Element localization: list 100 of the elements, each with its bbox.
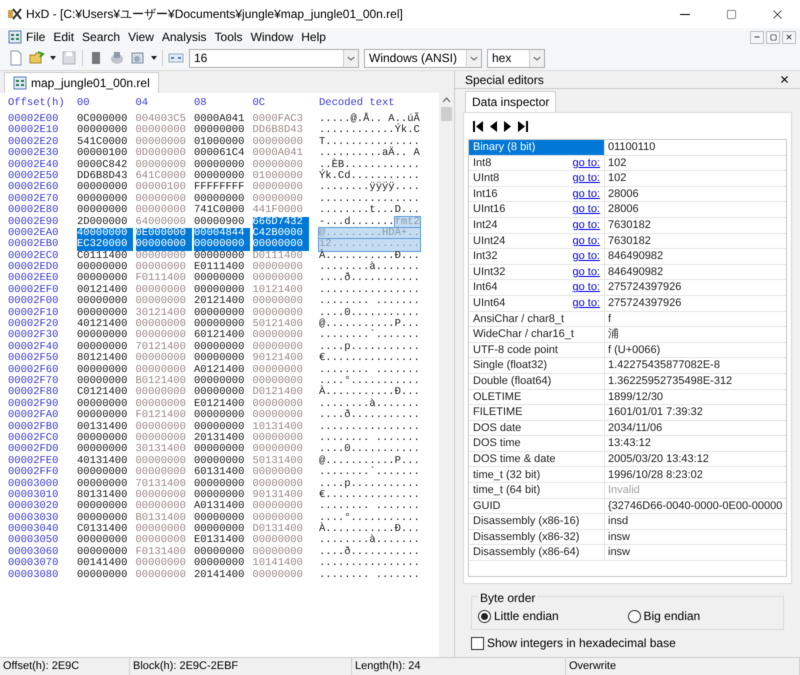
decoded-text[interactable]: ....p........... xyxy=(319,478,420,490)
label-cell[interactable]: Binary (8 bit) xyxy=(469,140,605,155)
disk-icon[interactable] xyxy=(109,50,125,66)
hex-cell[interactable]: 00000000 xyxy=(77,262,128,274)
label-cell[interactable]: Disassembly (x86-32) xyxy=(469,530,605,544)
hex-cell[interactable]: 00004844 xyxy=(194,228,250,240)
decoded-text[interactable]: À...........Ð... xyxy=(319,387,420,399)
label-cell[interactable]: Disassembly (x86-16) xyxy=(469,514,605,529)
decoded-text[interactable]: ........ ....... xyxy=(319,364,420,376)
hex-cell[interactable]: 00000000 xyxy=(77,410,128,422)
go-to-link[interactable]: go to: xyxy=(572,264,600,280)
hex-cell[interactable]: EC320000 xyxy=(77,239,134,251)
hex-cell[interactable]: 00000000 xyxy=(194,490,244,502)
label-cell[interactable]: Disassembly (x86-64) xyxy=(469,545,605,560)
hex-cell[interactable]: 00000000 xyxy=(194,376,244,388)
hex-cell[interactable]: 0E000000 xyxy=(136,228,192,240)
scrollbar[interactable] xyxy=(439,93,454,657)
hex-cell[interactable]: C42B0000 xyxy=(252,228,309,240)
hex-cell[interactable]: 00000000 xyxy=(194,512,244,524)
decoded-text[interactable]: À...........Ð... xyxy=(319,250,420,262)
first-icon[interactable] xyxy=(473,120,483,132)
hex-cell[interactable]: 80131400 xyxy=(77,490,128,502)
close-button[interactable] xyxy=(782,30,796,44)
hex-cell[interactable]: DD6B8D43 xyxy=(77,170,128,182)
decoded-text[interactable]: @...........P... xyxy=(319,319,420,330)
checkbox-label[interactable]: Show integers in hexadecimal base xyxy=(487,634,676,652)
label-cell[interactable]: DOS time & date xyxy=(469,452,605,466)
label-cell[interactable]: DOS time xyxy=(469,436,605,451)
decoded-text[interactable]: -...d....... xyxy=(319,216,395,228)
hex-cell[interactable]: E0111400 xyxy=(194,262,244,274)
hex-cell[interactable]: 00000000 xyxy=(77,182,128,194)
go-to-link[interactable]: go to: xyxy=(572,248,600,265)
decoded-text[interactable]: ................ xyxy=(319,422,420,433)
hex-cell[interactable]: 00000000 xyxy=(77,535,128,547)
hex-cell[interactable]: 0000A041 xyxy=(194,114,244,126)
label-cell[interactable]: DOS date xyxy=(469,420,605,436)
decoded-text[interactable]: ....ð........... xyxy=(319,546,420,558)
hex-cell[interactable]: 00000000 xyxy=(194,422,244,433)
hex-cell[interactable]: 00000000 xyxy=(252,239,309,251)
hex-cell[interactable]: 20131400 xyxy=(194,432,244,444)
label-cell[interactable]: AnsiChar / char8_t xyxy=(469,312,605,326)
hex-cell[interactable]: A0121400 xyxy=(194,364,244,376)
hex-cell[interactable]: 00000100 xyxy=(77,148,128,160)
hex-cell[interactable]: 00000000 xyxy=(194,250,244,262)
go-to-link[interactable]: go to: xyxy=(572,217,600,234)
decoded-text[interactable]: €............... xyxy=(319,353,420,365)
hex-cell[interactable]: E0121400 xyxy=(194,398,244,410)
hex-cell[interactable]: 40121400 xyxy=(77,319,128,330)
hex-cell[interactable]: 00000000 xyxy=(77,296,128,308)
radio-option[interactable]: Big endian xyxy=(628,607,777,625)
go-to-link[interactable]: go to: xyxy=(572,279,600,296)
hex-cell[interactable]: 00000000 xyxy=(77,205,128,217)
hex-cell[interactable]: 01000000 xyxy=(194,136,244,148)
minimize-button[interactable] xyxy=(750,30,764,44)
decoded-text[interactable]: ........à....... xyxy=(319,535,420,547)
hex-cell[interactable]: 00000000 xyxy=(194,239,250,251)
open-folder-icon[interactable] xyxy=(29,50,45,66)
hex-cell[interactable]: 00000000 xyxy=(194,524,244,536)
decoded-text[interactable]: ........ ....... xyxy=(319,432,420,444)
hex-cell[interactable]: 00000000 xyxy=(194,478,244,490)
hex-cell[interactable]: 00121400 xyxy=(77,284,128,296)
hex-cell[interactable]: 00000000 xyxy=(194,456,244,468)
hex-cell[interactable]: 00141400 xyxy=(77,558,128,570)
hex-cell[interactable]: 00000000 xyxy=(194,319,244,330)
label-cell[interactable]: Int16 go to: xyxy=(469,186,605,202)
hex-cell[interactable]: 00000000 xyxy=(194,387,244,399)
decoded-text[interactable]: ............Ýk.C xyxy=(319,125,420,137)
hex-cell[interactable]: 00000000 xyxy=(77,308,128,320)
hex-cell[interactable]: 00000000 xyxy=(77,398,128,410)
hex-cell[interactable]: 60131400 xyxy=(194,467,244,479)
panel-tab[interactable]: Data inspector xyxy=(465,91,556,112)
hex-cell[interactable]: 00000000 xyxy=(77,376,128,388)
decoded-text[interactable]: ....0........... xyxy=(319,308,420,320)
decoded-text[interactable]: Ýk.Cd........... xyxy=(319,170,420,182)
hex-cell[interactable]: 666D7432 xyxy=(252,216,309,228)
label-cell[interactable]: FILETIME xyxy=(469,405,605,420)
caret-icon[interactable] xyxy=(50,56,56,60)
charset-dropdown[interactable]: Windows (ANSI) xyxy=(364,48,482,68)
decoded-text[interactable]: ........`....... xyxy=(319,330,420,342)
decoded-text[interactable]: ................ xyxy=(319,194,420,206)
decoded-text[interactable]: ........ ....... xyxy=(319,296,420,308)
decoded-text[interactable]: ....ð........... xyxy=(319,410,420,422)
menu-item[interactable]: Analysis xyxy=(158,28,211,46)
label-cell[interactable]: Int64 go to: xyxy=(469,280,605,295)
hex-cell[interactable]: 00000000 xyxy=(77,512,128,524)
hex-cell[interactable]: 00131400 xyxy=(77,422,128,433)
hex-cell[interactable]: FFFFFFFF xyxy=(194,182,244,194)
hex-cell[interactable]: C0131400 xyxy=(77,524,128,536)
decoded-text[interactable]: ....ð........... xyxy=(319,273,420,285)
hex-cell[interactable]: 00000000 xyxy=(194,308,244,320)
hex-cell[interactable]: 741C0000 xyxy=(194,205,244,217)
hex-cell[interactable]: C0111400 xyxy=(77,250,128,262)
hex-cell[interactable]: 00000900 xyxy=(194,216,244,228)
close-icon[interactable] xyxy=(779,74,790,85)
hex-cell[interactable]: 00000000 xyxy=(194,546,244,558)
go-to-link[interactable]: go to: xyxy=(572,201,600,218)
menu-item[interactable]: View xyxy=(124,28,158,46)
hex-cell[interactable]: 00000000 xyxy=(77,478,128,490)
radio-option[interactable]: Little endian xyxy=(478,607,628,625)
hex-cell[interactable]: 40000000 xyxy=(77,228,134,240)
